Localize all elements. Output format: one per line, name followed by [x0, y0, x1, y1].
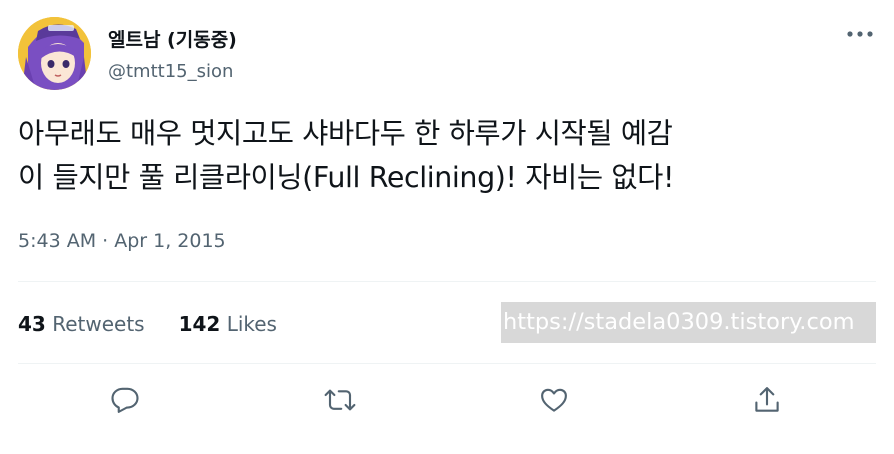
like-icon — [541, 388, 567, 412]
share-button[interactable] — [747, 380, 787, 420]
anime-avatar-icon — [18, 17, 91, 90]
likes-count: 142 — [178, 312, 221, 336]
retweets-stat[interactable]: 43 Retweets — [18, 312, 145, 336]
tweet-card: 엘트남 (기동중) @tmtt15_sion 아무래도 매우 멋지고도 샤바다두… — [0, 0, 894, 454]
tweet-actions — [0, 380, 894, 420]
tweet-text-line: 이 들지만 풀 리클라이닝(Full Reclining)! 자비는 없다! — [18, 161, 674, 194]
retweets-label: Retweets — [52, 312, 145, 336]
tweet-text-line: 아무래도 매우 멋지고도 샤바다두 한 하루가 시작될 예감 — [18, 117, 673, 150]
more-options-button[interactable] — [840, 22, 880, 46]
retweet-icon — [324, 389, 356, 411]
likes-stat[interactable]: 142 Likes — [179, 312, 277, 336]
likes-label: Likes — [226, 312, 277, 336]
tweet-text: 아무래도 매우 멋지고도 샤바다두 한 하루가 시작될 예감 이 들지만 풀 리… — [18, 112, 878, 200]
tweet-timestamp[interactable]: 5:43 AM · Apr 1, 2015 — [18, 230, 226, 252]
retweet-button[interactable] — [320, 380, 360, 420]
like-button[interactable] — [534, 380, 574, 420]
watermark-url: https://stadela0309.tistory.com — [501, 302, 876, 343]
divider — [18, 363, 876, 364]
author-handle[interactable]: @tmtt15_sion — [108, 61, 233, 82]
retweets-count: 43 — [18, 312, 46, 336]
author-avatar[interactable] — [18, 17, 91, 90]
reply-icon — [111, 387, 139, 413]
reply-button[interactable] — [105, 380, 145, 420]
share-icon — [755, 387, 779, 412]
tweet-stats: 43 Retweets 142 Likes — [18, 312, 311, 336]
author-display-name[interactable]: 엘트남 (기동중) — [108, 25, 237, 52]
more-horizontal-icon — [847, 31, 873, 37]
divider — [18, 281, 876, 282]
